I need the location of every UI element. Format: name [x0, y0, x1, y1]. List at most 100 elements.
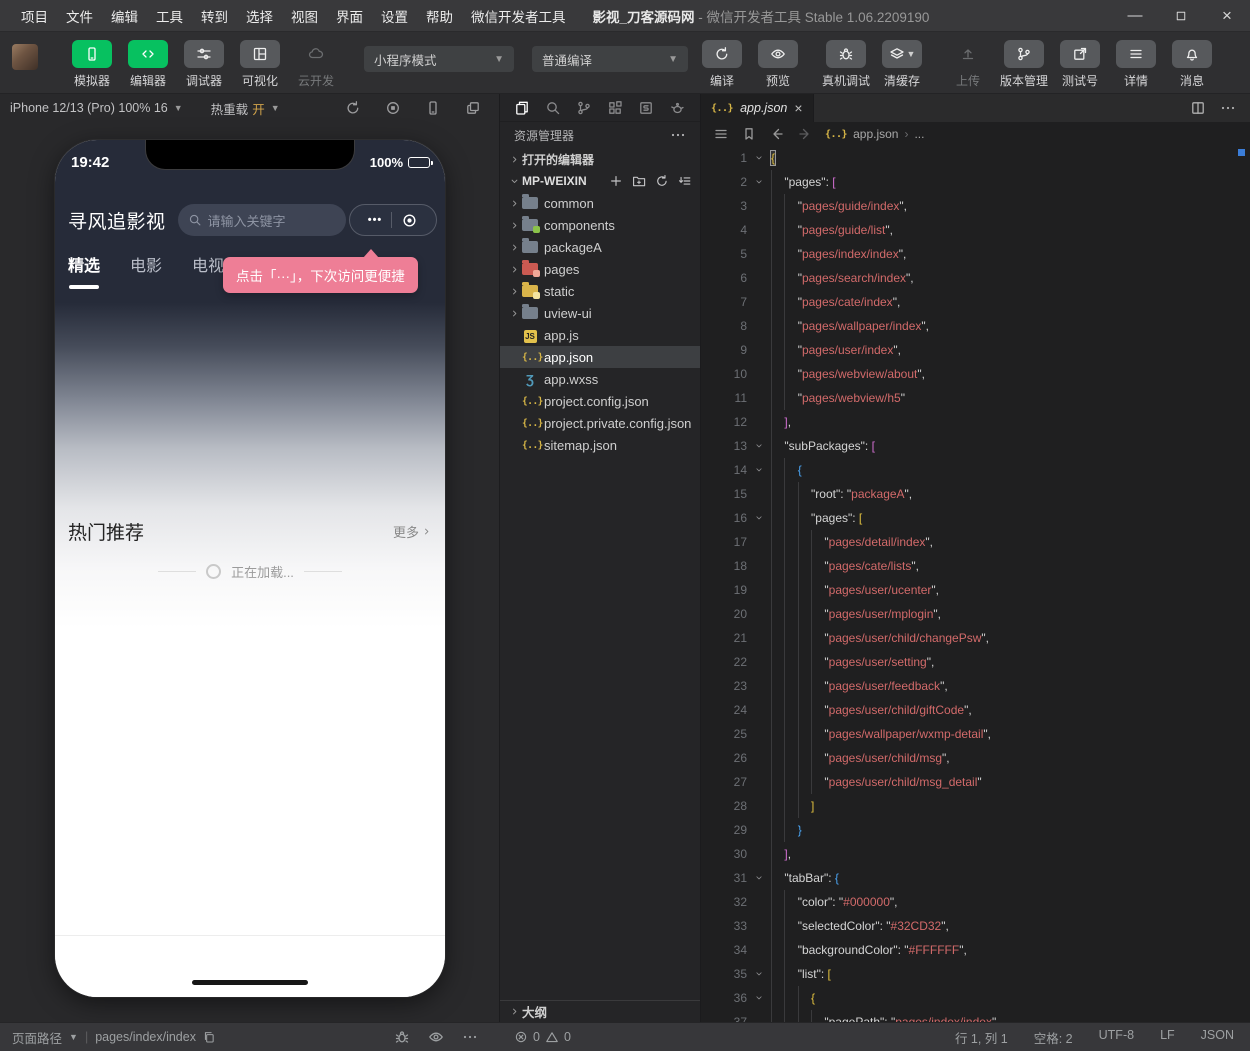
debug-icon[interactable]	[394, 1029, 410, 1045]
activity-panel-button[interactable]	[638, 100, 654, 116]
activity-search-button[interactable]	[545, 100, 561, 116]
menu-编辑[interactable]: 编辑	[102, 6, 147, 26]
toolbar-button-模拟器[interactable]: 模拟器	[66, 40, 118, 89]
page-path-label[interactable]: 页面路径	[12, 1028, 62, 1047]
activity-branch-button[interactable]	[576, 100, 592, 116]
new-folder-icon[interactable]	[632, 174, 646, 188]
statusbar-item[interactable]: 空格: 2	[1034, 1028, 1073, 1047]
sim-phone-button[interactable]	[425, 100, 441, 116]
toolbar-button-清缓存[interactable]: ▼ 清缓存	[876, 40, 928, 89]
sim-stop-button[interactable]	[385, 100, 401, 116]
bookmark-icon[interactable]	[741, 126, 757, 142]
toolbar-button-详情[interactable]: 详情	[1110, 40, 1162, 89]
fold-chevron-icon[interactable]	[747, 513, 771, 523]
new-file-icon[interactable]	[609, 174, 623, 188]
toolbar-button-编辑器[interactable]: 编辑器	[122, 40, 174, 89]
menu-选择[interactable]: 选择	[237, 6, 282, 26]
toolbar-button-消息[interactable]: 消息	[1166, 40, 1218, 89]
split-editor-icon[interactable]	[1190, 100, 1206, 116]
toolbar-button-调试器[interactable]: 调试器	[178, 40, 230, 89]
more-actions-icon[interactable]	[462, 1029, 478, 1045]
problems-indicator[interactable]: 0 0	[500, 1030, 571, 1044]
statusbar-item[interactable]: LF	[1160, 1028, 1175, 1047]
breadcrumb-tail[interactable]: ...	[914, 127, 924, 141]
toolbar-button-版本管理[interactable]: 版本管理	[998, 40, 1050, 89]
minimize-button[interactable]: —	[1112, 0, 1158, 31]
activity-ext-button[interactable]	[607, 100, 623, 116]
statusbar-item[interactable]: UTF-8	[1099, 1028, 1134, 1047]
tree-file-app.json[interactable]: {..}app.json	[500, 346, 700, 368]
more-actions-icon[interactable]	[670, 127, 686, 143]
statusbar-item[interactable]: JSON	[1201, 1028, 1234, 1047]
tree-folder-components[interactable]: components	[500, 214, 700, 236]
fold-chevron-icon[interactable]	[747, 441, 771, 451]
close-button[interactable]: ×	[1204, 0, 1250, 31]
sim-refresh-button[interactable]	[345, 100, 361, 116]
project-root-row[interactable]: MP-WEIXIN	[500, 170, 700, 192]
tree-folder-uview-ui[interactable]: uview-ui	[500, 302, 700, 324]
maximize-button[interactable]	[1158, 0, 1204, 31]
tree-file-app.wxss[interactable]: Ʒapp.wxss	[500, 368, 700, 390]
tree-folder-packageA[interactable]: packageA	[500, 236, 700, 258]
copy-path-icon[interactable]	[203, 1031, 216, 1044]
more-actions-icon[interactable]	[1220, 100, 1236, 116]
menu-界面[interactable]: 界面	[327, 6, 372, 26]
fold-chevron-icon[interactable]	[747, 153, 771, 163]
code-editor[interactable]: 1 { 2 "pages": [ 3 "pages/guide/index", …	[701, 146, 1250, 1022]
collapse-all-icon[interactable]	[678, 174, 692, 188]
phone-tab-精选[interactable]: 精选	[68, 252, 100, 289]
refresh-icon[interactable]	[655, 174, 669, 188]
toolbar-button-测试号[interactable]: 测试号	[1054, 40, 1106, 89]
breadcrumb-file[interactable]: app.json	[853, 127, 898, 141]
search-input[interactable]: 请输入关键字	[178, 204, 346, 236]
navigate-forward-icon[interactable]	[797, 126, 813, 142]
navigate-back-icon[interactable]	[769, 126, 785, 142]
tree-folder-static[interactable]: static	[500, 280, 700, 302]
hot-reload-toggle[interactable]: 热重载开	[211, 99, 265, 118]
tree-file-app.js[interactable]: JSapp.js	[500, 324, 700, 346]
menu-设置[interactable]: 设置	[372, 6, 417, 26]
toolbar-button-上传[interactable]: 上传	[942, 40, 994, 89]
fold-chevron-icon[interactable]	[747, 993, 771, 1003]
activity-teapot-button[interactable]	[669, 100, 685, 116]
toolbar-button-可视化[interactable]: 可视化	[234, 40, 286, 89]
fold-chevron-icon[interactable]	[747, 465, 771, 475]
tree-file-sitemap.json[interactable]: {..}sitemap.json	[500, 434, 700, 456]
outline-section[interactable]: 大纲	[500, 1000, 700, 1022]
tab-app-json[interactable]: {..} app.json ×	[701, 94, 814, 122]
menu-微信开发者工具[interactable]: 微信开发者工具	[462, 6, 575, 26]
toolbar-button-编译[interactable]: 编译	[696, 40, 748, 89]
activity-files-button[interactable]	[514, 100, 530, 116]
sim-windows-button[interactable]	[465, 100, 481, 116]
outline-list-icon[interactable]	[713, 126, 729, 142]
menu-文件[interactable]: 文件	[57, 6, 102, 26]
tree-file-project.config.json[interactable]: {..}project.config.json	[500, 390, 700, 412]
fold-chevron-icon[interactable]	[747, 969, 771, 979]
user-avatar[interactable]	[12, 44, 38, 70]
toolbar-button-云开发[interactable]: 云开发	[290, 40, 342, 89]
minimize-target-icon[interactable]	[401, 212, 418, 229]
fold-chevron-icon[interactable]	[747, 177, 771, 187]
fold-chevron-icon[interactable]	[747, 873, 771, 883]
more-dots-icon[interactable]: •••	[368, 214, 383, 226]
close-tab-icon[interactable]: ×	[794, 101, 802, 115]
tree-file-project.private.config.json[interactable]: {..}project.private.config.json	[500, 412, 700, 434]
open-editors-section[interactable]: 打开的编辑器	[500, 148, 700, 170]
tree-folder-pages[interactable]: pages	[500, 258, 700, 280]
mode-select[interactable]: 小程序模式 ▼	[364, 46, 514, 72]
statusbar-item[interactable]: 行 1, 列 1	[955, 1028, 1008, 1047]
menu-转到[interactable]: 转到	[192, 6, 237, 26]
phone-tab-电影[interactable]: 电影	[130, 252, 162, 289]
preview-eye-icon[interactable]	[428, 1029, 444, 1045]
compile-mode-select[interactable]: 普通编译 ▼	[532, 46, 688, 72]
toolbar-button-真机调试[interactable]: 真机调试	[820, 40, 872, 89]
tree-folder-common[interactable]: common	[500, 192, 700, 214]
toolbar-button-预览[interactable]: 预览	[752, 40, 804, 89]
menu-视图[interactable]: 视图	[282, 6, 327, 26]
menu-帮助[interactable]: 帮助	[417, 6, 462, 26]
menu-项目[interactable]: 项目	[12, 6, 57, 26]
capsule-button[interactable]: •••	[349, 204, 437, 236]
device-selector[interactable]: iPhone 12/13 (Pro) 100% 16	[10, 101, 168, 115]
more-link[interactable]: 更多	[393, 522, 432, 541]
menu-工具[interactable]: 工具	[147, 6, 192, 26]
